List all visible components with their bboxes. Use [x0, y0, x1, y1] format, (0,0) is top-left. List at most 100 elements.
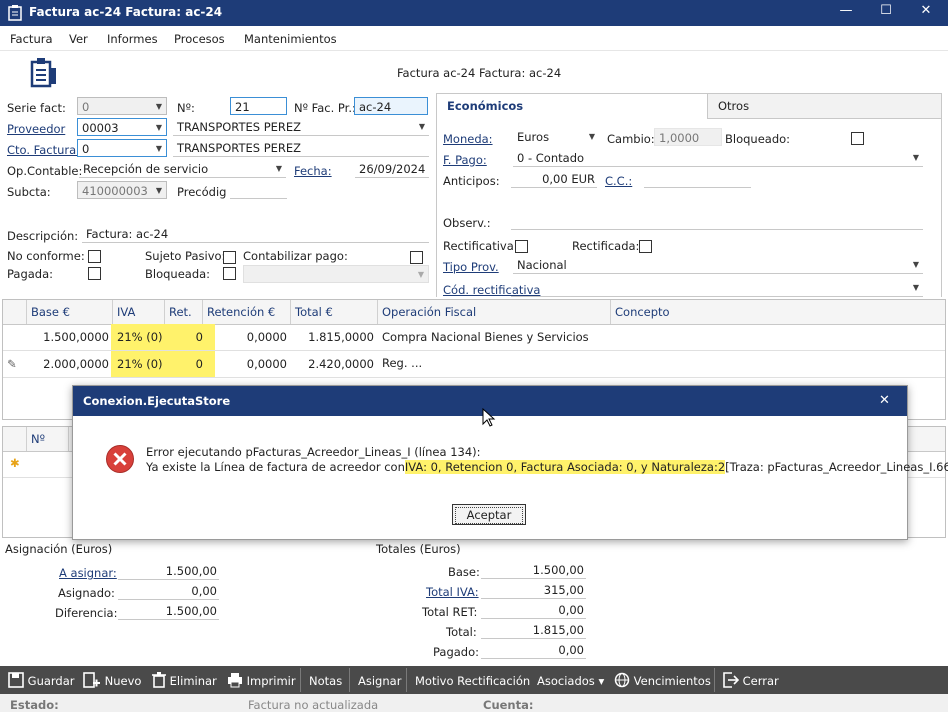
cc-input[interactable] — [644, 170, 751, 188]
col-ret[interactable]: Ret. — [165, 300, 203, 324]
save-icon — [8, 672, 24, 688]
asignado-value: 0,00 — [118, 582, 219, 600]
descripcion-input[interactable]: Factura: ac-24 — [82, 225, 429, 243]
fecha-link[interactable]: Fecha: — [294, 164, 332, 178]
total-ret-label: Total RET: — [422, 605, 478, 619]
proveedor-select[interactable]: 00003 ▼ — [77, 118, 167, 136]
menu-informes[interactable]: Informes — [107, 32, 158, 46]
proveedor-name-select[interactable]: TRANSPORTES PEREZ ▼ — [173, 118, 429, 136]
close-window-button[interactable]: ✕ — [916, 3, 936, 23]
new-row-icon: ✱ — [10, 456, 20, 470]
table-row[interactable]: ✎ 2.000,0000 21% (0) 0 0,0000 2.420,0000 — [3, 351, 945, 378]
menu-mantenimientos[interactable]: Mantenimientos — [244, 32, 337, 46]
tab-otros[interactable]: Otros — [707, 93, 942, 119]
imprimir-button[interactable]: Imprimir — [227, 672, 296, 690]
cell-total[interactable]: 1.815,0000 — [291, 324, 378, 350]
menu-procesos[interactable]: Procesos — [174, 32, 225, 46]
pagada-label: Pagada: — [7, 267, 54, 281]
cambio-input[interactable]: 1,0000 — [654, 128, 722, 146]
subcta-select[interactable]: 410000003 ▼ — [77, 181, 167, 199]
serie-select[interactable]: 0 ▼ — [77, 97, 167, 115]
menu-bar: Factura Ver Informes Procesos Mantenimie… — [0, 28, 948, 51]
numero-input[interactable]: 21 — [230, 97, 287, 115]
cell-retencion[interactable]: 0,0000 — [203, 351, 291, 377]
page-title: Factura ac-24 Factura: ac-24 — [397, 66, 562, 80]
notas-button[interactable]: Notas — [309, 672, 342, 690]
sujetopasivo-checkbox[interactable] — [223, 251, 236, 264]
pagado-value: 0,00 — [481, 641, 586, 659]
noconforme-checkbox[interactable] — [88, 250, 101, 263]
aceptar-button[interactable]: Aceptar — [452, 504, 526, 525]
estado-label: Estado: — [10, 698, 59, 712]
total-value: 1.815,00 — [481, 621, 586, 639]
asociados-dropdown[interactable]: Asociados ▾ — [537, 672, 604, 690]
cc-link[interactable]: C.C.: — [605, 174, 632, 188]
total-iva-link[interactable]: Total IVA: — [426, 585, 479, 599]
tab-economicos[interactable]: Económicos — [436, 93, 708, 118]
bloqueado-checkbox[interactable] — [851, 132, 864, 145]
pagada-checkbox[interactable] — [88, 267, 101, 280]
eliminar-button[interactable]: Eliminar — [152, 672, 217, 690]
mouse-cursor-icon — [482, 408, 496, 427]
maximize-button[interactable]: ☐ — [876, 3, 896, 23]
cell-base[interactable]: 1.500,0000 — [27, 324, 113, 350]
nfacpr-input[interactable]: ac-24 — [354, 97, 428, 115]
col-total[interactable]: Total € — [291, 300, 378, 324]
col-retencion[interactable]: Retención € — [203, 300, 291, 324]
cell-retencion[interactable]: 0,0000 — [203, 324, 291, 350]
menu-ver[interactable]: Ver — [69, 32, 88, 46]
asignar-button[interactable]: Asignar — [358, 672, 401, 690]
total-label: Total: — [446, 625, 477, 639]
dialog-close-button[interactable]: ✕ — [879, 393, 890, 408]
table-row[interactable]: 1.500,0000 21% (0) 0 0,0000 1.815,0000 C… — [3, 324, 945, 370]
col-concepto[interactable]: Concepto — [611, 300, 945, 324]
nuevo-button[interactable]: Nuevo — [83, 672, 141, 690]
grid-header: Base € IVA Ret. Retención € Total € Oper… — [3, 300, 945, 325]
fpago-link[interactable]: F. Pago: — [443, 153, 487, 167]
sujetopasivo-label: Sujeto Pasivo: — [145, 249, 226, 263]
bloqueada-select[interactable]: ▼ — [243, 265, 429, 283]
codrect-select[interactable]: ▼ — [511, 279, 923, 297]
rectificativa-checkbox[interactable] — [515, 240, 528, 253]
globe-icon — [614, 672, 630, 688]
cto-factura-link[interactable]: Cto. Factura: — [7, 143, 80, 157]
proveedor-link[interactable]: Proveedor — [7, 122, 65, 136]
tipoprov-select[interactable]: Nacional ▼ — [513, 256, 923, 274]
vencimientos-button[interactable]: Vencimientos — [614, 672, 711, 690]
col-iva[interactable]: IVA — [113, 300, 165, 324]
opcontable-select[interactable]: Recepción de servicio ▼ — [79, 160, 286, 178]
cell-base[interactable]: 2.000,0000 — [27, 351, 113, 377]
total-iva-value: 315,00 — [481, 581, 586, 599]
tipoprov-link[interactable]: Tipo Prov. — [443, 260, 499, 274]
precodig-input[interactable] — [230, 181, 287, 199]
col-base[interactable]: Base € — [27, 300, 113, 324]
rectificada-checkbox[interactable] — [639, 240, 652, 253]
bloqueada-checkbox[interactable] — [223, 267, 236, 280]
highlighted-text: IVA: 0, Retencion 0, Factura Asociada: 0… — [404, 460, 726, 474]
moneda-select[interactable]: Euros ▼ — [513, 128, 599, 146]
col-no[interactable]: Nº — [27, 427, 69, 451]
moneda-link[interactable]: Moneda: — [443, 132, 493, 146]
trash-icon — [152, 672, 166, 688]
minimize-button[interactable]: — — [836, 3, 856, 23]
grid-header-indicator — [3, 300, 27, 324]
motivo-rectificacion-button[interactable]: Motivo Rectificación — [415, 672, 530, 690]
total-ret-value: 0,00 — [481, 601, 586, 619]
asignar-link[interactable]: A asignar: — [59, 566, 117, 580]
menu-factura[interactable]: Factura — [10, 32, 53, 46]
cto-factura-select[interactable]: 0 ▼ — [77, 139, 167, 157]
cerrar-button[interactable]: Cerrar — [723, 672, 779, 690]
observ-input[interactable] — [511, 212, 923, 230]
fpago-select[interactable]: 0 - Contado ▼ — [513, 149, 923, 167]
fecha-input[interactable]: 26/09/2024 — [355, 160, 429, 178]
subcta-label: Subcta: — [7, 185, 51, 199]
guardar-button[interactable]: Guardar — [8, 672, 75, 690]
cell-total[interactable]: 2.420,0000 — [291, 351, 378, 377]
col-operacion[interactable]: Operación Fiscal — [378, 300, 611, 324]
contabilizar-checkbox[interactable] — [410, 251, 423, 264]
cell-operacion[interactable]: Compra Nacional Bienes y Servicios Reg. … — [378, 324, 611, 370]
anticipos-input[interactable]: 0,00 EUR — [511, 170, 597, 188]
numero-label: Nº: — [177, 101, 195, 115]
dialog-message-line1: Error ejecutando pFacturas_Acreedor_Line… — [146, 445, 481, 459]
rectificada-label: Rectificada: — [572, 239, 640, 253]
